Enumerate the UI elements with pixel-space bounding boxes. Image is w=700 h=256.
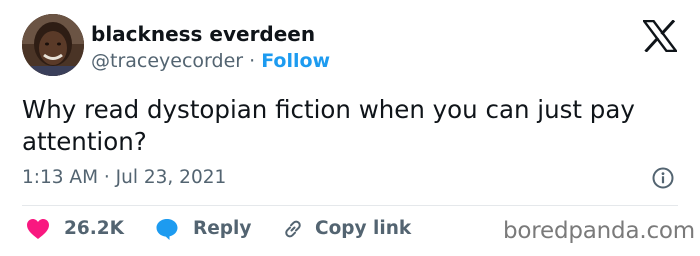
watermark: boredpanda.com	[503, 218, 695, 244]
copy-link-button[interactable]: Copy link	[281, 216, 411, 242]
like-count: 26.2K	[64, 218, 124, 239]
heart-icon	[26, 218, 50, 240]
avatar[interactable]	[22, 14, 84, 76]
x-logo-icon[interactable]	[641, 19, 679, 53]
handle-separator: ·	[243, 50, 262, 72]
reply-label: Reply	[193, 218, 252, 239]
author-handle[interactable]: @tracey​ecorder	[91, 50, 243, 72]
copy-link-label: Copy link	[315, 218, 412, 239]
link-icon	[281, 217, 305, 241]
action-divider	[22, 205, 678, 206]
follow-button[interactable]: Follow	[261, 50, 330, 72]
avatar-image	[22, 14, 84, 76]
author-display-name[interactable]: blackness everdeen	[91, 21, 315, 47]
reply-button[interactable]: Reply	[155, 216, 251, 242]
tweet-timestamp[interactable]: 1:13 AM · Jul 23, 2021	[22, 166, 226, 190]
tweet-text: Why read dystopian fiction when you can …	[22, 95, 635, 156]
speech-bubble-icon	[155, 217, 179, 241]
info-icon[interactable]	[651, 166, 675, 190]
author-handle-line: @tracey​ecorder · Follow	[91, 49, 330, 73]
like-button[interactable]: 26.2K	[26, 216, 124, 242]
